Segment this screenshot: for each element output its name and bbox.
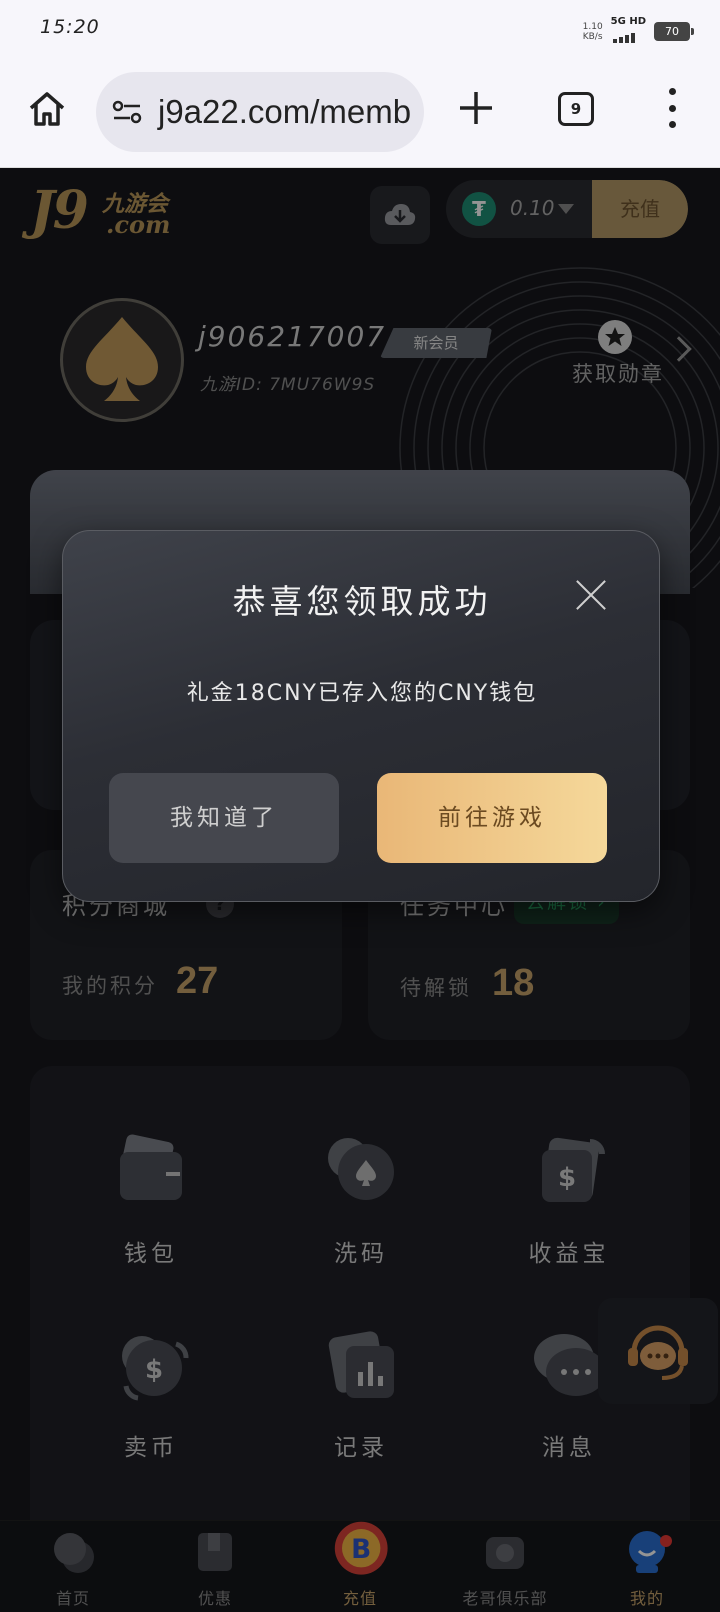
browser-toolbar: j9a22.com/memb 9 [0, 58, 720, 168]
browser-menu-icon[interactable] [664, 88, 680, 128]
tab-switcher-button[interactable]: 9 [558, 92, 594, 126]
status-time: 15:20 [40, 16, 100, 38]
network-speed-value: 1.10 [582, 21, 603, 32]
network-type: 5G HD [610, 16, 646, 27]
success-dialog: 恭喜您领取成功 礼金18CNY已存入您的CNY钱包 我知道了 前往游戏 [62, 530, 660, 902]
dialog-message: 礼金18CNY已存入您的CNY钱包 [186, 681, 538, 706]
battery-icon: 70 [654, 22, 694, 41]
network-speed: 1.10 KB/s [583, 22, 603, 42]
dialog-title: 恭喜您领取成功 [232, 582, 492, 621]
site-settings-icon[interactable] [110, 95, 144, 129]
home-icon[interactable] [26, 88, 68, 130]
close-icon[interactable] [575, 579, 607, 611]
signal-icon: 5G HD [611, 16, 646, 47]
go-to-game-button[interactable]: 前往游戏 [377, 773, 607, 863]
url-text[interactable]: j9a22.com/memb [158, 93, 411, 131]
acknowledge-button[interactable]: 我知道了 [109, 773, 339, 863]
status-bar: 15:20 1.10 KB/s 5G HD 70 [0, 0, 720, 58]
new-tab-icon[interactable] [456, 88, 496, 128]
network-speed-unit: KB/s [582, 31, 603, 42]
status-indicators: 1.10 KB/s 5G HD 70 [583, 16, 694, 47]
address-bar[interactable]: j9a22.com/memb [96, 72, 424, 152]
